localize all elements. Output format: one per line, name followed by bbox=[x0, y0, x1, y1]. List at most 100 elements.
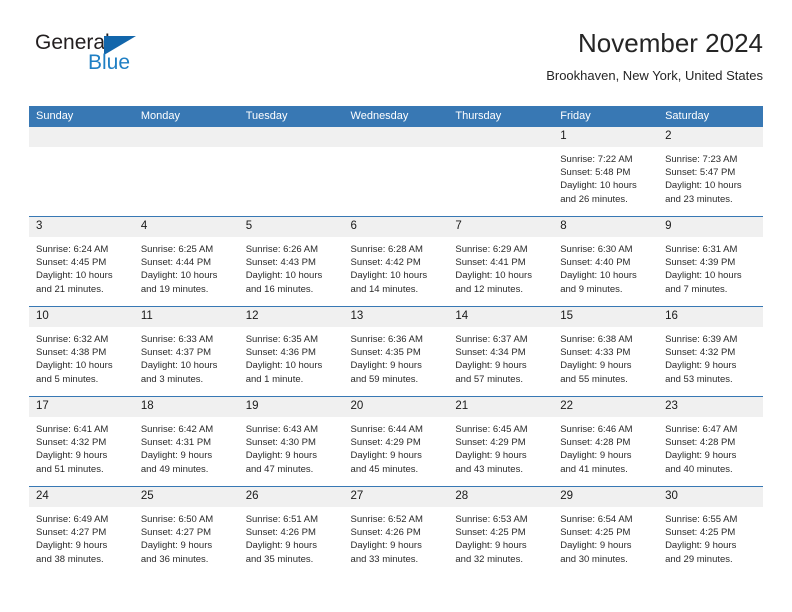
sunset-text: Sunset: 4:34 PM bbox=[455, 347, 526, 359]
day-number: 20 bbox=[343, 397, 449, 417]
sunrise-text: Sunrise: 6:36 AM bbox=[350, 334, 423, 345]
calendar-day-cell[interactable]: 5 Sunrise: 6:26 AM Sunset: 4:43 PM Daylight… bbox=[238, 216, 344, 307]
daylight-text-line2: and 19 minutes. bbox=[140, 283, 209, 295]
daylight-text-line1: Daylight: 9 hours bbox=[140, 540, 213, 552]
sunrise-text: Sunrise: 6:32 AM bbox=[36, 334, 109, 345]
calendar-day-cell-empty bbox=[29, 127, 134, 217]
sunrise-text: Sunrise: 6:53 AM bbox=[455, 514, 528, 525]
calendar-day-cell[interactable]: 17 Sunrise: 6:41 AM Sunset: 4:32 PM Dayligh… bbox=[29, 396, 134, 487]
sunrise-text: Sunrise: 6:44 AM bbox=[350, 424, 423, 435]
day-number: 26 bbox=[238, 487, 344, 507]
sunrise-text: Sunrise: 6:30 AM bbox=[560, 244, 633, 255]
calendar-day-cell[interactable]: 3 Sunrise: 6:24 AM Sunset: 4:45 PM Daylight… bbox=[29, 216, 134, 307]
sunset-text: Sunset: 4:25 PM bbox=[560, 527, 631, 539]
weekday-header-saturday: Saturday bbox=[658, 106, 763, 127]
sunrise-text: Sunrise: 6:55 AM bbox=[665, 514, 738, 525]
calendar-week-row: 10 Sunrise: 6:32 AM Sunset: 4:38 PM Dayligh… bbox=[29, 306, 763, 397]
calendar-day-cell[interactable]: 28 Sunrise: 6:53 AM Sunset: 4:25 PM Dayligh… bbox=[448, 486, 554, 576]
day-number: 11 bbox=[133, 307, 239, 327]
daylight-text-line2: and 5 minutes. bbox=[36, 373, 99, 385]
calendar-day-cell[interactable]: 20 Sunrise: 6:44 AM Sunset: 4:29 PM Dayligh… bbox=[343, 396, 449, 487]
sunrise-text: Sunrise: 6:41 AM bbox=[36, 424, 109, 435]
calendar-day-cell[interactable]: 23 Sunrise: 6:47 AM Sunset: 4:28 PM Dayligh… bbox=[658, 396, 763, 487]
calendar-body: 1 Sunrise: 7:22 AM Sunset: 5:48 PM Daylight… bbox=[29, 127, 763, 576]
calendar-day-cell[interactable]: 7 Sunrise: 6:29 AM Sunset: 4:41 PM Daylight… bbox=[448, 216, 554, 307]
calendar-week-row: 24 Sunrise: 6:49 AM Sunset: 4:27 PM Dayligh… bbox=[29, 486, 763, 576]
calendar-day-cell[interactable]: 22 Sunrise: 6:46 AM Sunset: 4:28 PM Dayligh… bbox=[553, 396, 659, 487]
daylight-text-line1: Daylight: 9 hours bbox=[560, 450, 632, 462]
day-details: Sunrise: 6:50 AM Sunset: 4:27 PM Daylight:… bbox=[134, 507, 239, 566]
daylight-text-line2: and 29 minutes. bbox=[665, 553, 733, 565]
day-details: Sunrise: 6:24 AM Sunset: 4:45 PM Daylight:… bbox=[29, 237, 134, 296]
daylight-text-line1: Daylight: 10 hours bbox=[665, 270, 742, 282]
day-details: Sunrise: 6:46 AM Sunset: 4:28 PM Daylight:… bbox=[553, 417, 658, 476]
calendar-day-cell[interactable]: 1 Sunrise: 7:22 AM Sunset: 5:48 PM Daylight… bbox=[553, 127, 659, 217]
calendar-day-cell[interactable]: 21 Sunrise: 6:45 AM Sunset: 4:29 PM Dayligh… bbox=[448, 396, 554, 487]
daylight-text-line1: Daylight: 10 hours bbox=[36, 270, 113, 282]
sunset-text: Sunset: 4:29 PM bbox=[350, 437, 421, 449]
calendar-day-cell[interactable]: 15 Sunrise: 6:38 AM Sunset: 4:33 PM Dayligh… bbox=[553, 306, 659, 397]
daylight-text-line2: and 26 minutes. bbox=[560, 193, 628, 205]
day-details: Sunrise: 6:30 AM Sunset: 4:40 PM Daylight:… bbox=[553, 237, 658, 296]
daylight-text-line1: Daylight: 9 hours bbox=[350, 540, 422, 552]
daylight-text-line1: Daylight: 9 hours bbox=[665, 450, 737, 462]
day-number: 4 bbox=[133, 217, 239, 237]
calendar-day-cell[interactable]: 12 Sunrise: 6:35 AM Sunset: 4:36 PM Dayligh… bbox=[238, 306, 344, 397]
calendar-day-cell[interactable]: 26 Sunrise: 6:51 AM Sunset: 4:26 PM Dayligh… bbox=[238, 486, 344, 576]
day-details: Sunrise: 7:22 AM Sunset: 5:48 PM Daylight:… bbox=[553, 147, 658, 206]
calendar-day-cell[interactable]: 13 Sunrise: 6:36 AM Sunset: 4:35 PM Dayligh… bbox=[343, 306, 449, 397]
daylight-text-line2: and 32 minutes. bbox=[455, 553, 523, 565]
calendar-day-cell[interactable]: 9 Sunrise: 6:31 AM Sunset: 4:39 PM Daylight… bbox=[658, 216, 763, 307]
daylight-text-line1: Daylight: 10 hours bbox=[665, 180, 742, 192]
calendar-day-cell[interactable]: 24 Sunrise: 6:49 AM Sunset: 4:27 PM Dayligh… bbox=[29, 486, 134, 576]
daylight-text-line2: and 43 minutes. bbox=[455, 463, 523, 475]
calendar-day-cell[interactable]: 2 Sunrise: 7:23 AM Sunset: 5:47 PM Daylight… bbox=[658, 127, 763, 217]
calendar-day-cell[interactable]: 10 Sunrise: 6:32 AM Sunset: 4:38 PM Dayligh… bbox=[29, 306, 134, 397]
calendar-day-cell[interactable]: 30 Sunrise: 6:55 AM Sunset: 4:25 PM Dayligh… bbox=[658, 486, 763, 576]
calendar-week-row: 3 Sunrise: 6:24 AM Sunset: 4:45 PM Daylight… bbox=[29, 216, 763, 307]
weekday-header-wednesday: Wednesday bbox=[343, 106, 449, 127]
generalblue-logo[interactable]: General Blue bbox=[29, 31, 209, 85]
calendar-day-cell[interactable]: 19 Sunrise: 6:43 AM Sunset: 4:30 PM Dayligh… bbox=[238, 396, 344, 487]
calendar-day-cell[interactable]: 27 Sunrise: 6:52 AM Sunset: 4:26 PM Dayligh… bbox=[343, 486, 449, 576]
daylight-text-line2: and 55 minutes. bbox=[560, 373, 628, 385]
calendar-day-cell[interactable]: 8 Sunrise: 6:30 AM Sunset: 4:40 PM Daylight… bbox=[553, 216, 659, 307]
sunset-text: Sunset: 4:30 PM bbox=[245, 437, 316, 449]
day-number: 28 bbox=[448, 487, 554, 507]
calendar-day-cell[interactable]: 25 Sunrise: 6:50 AM Sunset: 4:27 PM Dayligh… bbox=[133, 486, 239, 576]
calendar-day-cell[interactable]: 18 Sunrise: 6:42 AM Sunset: 4:31 PM Dayligh… bbox=[133, 396, 239, 487]
day-number: 5 bbox=[238, 217, 344, 237]
calendar-page: General Blue November 2024 Brookhaven, N… bbox=[0, 0, 792, 612]
calendar-day-cell[interactable]: 16 Sunrise: 6:39 AM Sunset: 4:32 PM Dayligh… bbox=[658, 306, 763, 397]
calendar-day-cell[interactable]: 6 Sunrise: 6:28 AM Sunset: 4:42 PM Daylight… bbox=[343, 216, 449, 307]
daylight-text-line2: and 47 minutes. bbox=[245, 463, 314, 475]
sunset-text: Sunset: 4:44 PM bbox=[140, 257, 212, 269]
daylight-text-line2: and 33 minutes. bbox=[350, 553, 419, 565]
sunset-text: Sunset: 4:38 PM bbox=[36, 347, 107, 359]
sunrise-text: Sunrise: 6:43 AM bbox=[245, 424, 319, 435]
day-number: 27 bbox=[343, 487, 449, 507]
day-details: Sunrise: 6:47 AM Sunset: 4:28 PM Daylight:… bbox=[658, 417, 763, 476]
sunrise-text: Sunrise: 6:33 AM bbox=[140, 334, 214, 345]
sunset-text: Sunset: 5:48 PM bbox=[560, 167, 631, 179]
sunrise-text: Sunrise: 6:50 AM bbox=[140, 514, 214, 525]
daylight-text-line2: and 45 minutes. bbox=[350, 463, 419, 475]
calendar-day-cell[interactable]: 14 Sunrise: 6:37 AM Sunset: 4:34 PM Dayligh… bbox=[448, 306, 554, 397]
sunset-text: Sunset: 4:36 PM bbox=[245, 347, 316, 359]
calendar-day-cell[interactable]: 4 Sunrise: 6:25 AM Sunset: 4:44 PM Daylight… bbox=[133, 216, 239, 307]
day-number: 30 bbox=[658, 487, 763, 507]
day-number: 22 bbox=[553, 397, 659, 417]
sunset-text: Sunset: 4:32 PM bbox=[665, 347, 736, 359]
sunset-text: Sunset: 4:29 PM bbox=[455, 437, 526, 449]
calendar-day-cell[interactable]: 29 Sunrise: 6:54 AM Sunset: 4:25 PM Dayligh… bbox=[553, 486, 659, 576]
daylight-text-line1: Daylight: 9 hours bbox=[36, 450, 108, 462]
calendar-day-cell[interactable]: 11 Sunrise: 6:33 AM Sunset: 4:37 PM Dayligh… bbox=[133, 306, 239, 397]
day-number: 15 bbox=[553, 307, 659, 327]
sunset-text: Sunset: 4:39 PM bbox=[665, 257, 736, 269]
daylight-text-line1: Daylight: 9 hours bbox=[455, 450, 527, 462]
calendar-day-cell-empty bbox=[238, 127, 344, 217]
daylight-text-line1: Daylight: 9 hours bbox=[665, 540, 737, 552]
sunset-text: Sunset: 4:35 PM bbox=[350, 347, 421, 359]
sunset-text: Sunset: 4:27 PM bbox=[36, 527, 107, 539]
day-details: Sunrise: 6:39 AM Sunset: 4:32 PM Daylight:… bbox=[658, 327, 763, 386]
